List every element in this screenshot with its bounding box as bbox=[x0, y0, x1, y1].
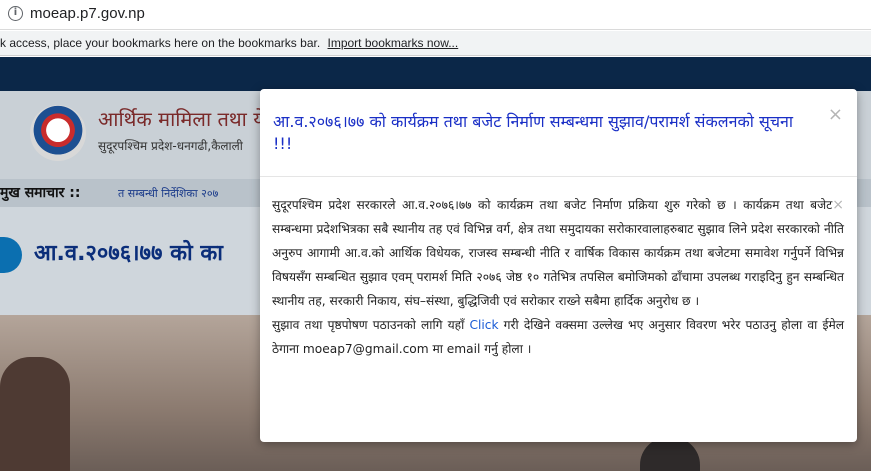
page-heading-text: आ.व.२०७६।७७ को का bbox=[34, 241, 223, 266]
body-paragraph: × सुदूरपश्चिम प्रदेश सरकारले आ.व.२०७६।७७… bbox=[272, 193, 844, 313]
news-label: मुख समाचार :: bbox=[0, 185, 81, 201]
news-ticker-link[interactable]: त सम्बन्धी निर्देशिका २०७ bbox=[118, 186, 218, 201]
close-icon[interactable]: × bbox=[832, 193, 844, 217]
modal-header: आ.व.२०७६।७७ को कार्यक्रम तथा बजेट निर्मा… bbox=[260, 89, 857, 177]
top-nav-bar bbox=[0, 57, 871, 91]
close-icon[interactable]: × bbox=[828, 104, 843, 125]
modal-body: × सुदूरपश्चिम प्रदेश सरकारले आ.व.२०७६।७७… bbox=[272, 193, 844, 361]
notice-modal: आ.व.२०७६।७७ को कार्यक्रम तथा बजेट निर्मा… bbox=[260, 89, 857, 442]
import-bookmarks-link[interactable]: Import bookmarks now... bbox=[328, 36, 459, 50]
site-subtitle: सुदूरपश्चिम प्रदेश-धनगढी,कैलाली bbox=[98, 139, 243, 153]
edit-icon bbox=[0, 237, 22, 273]
site-title: आर्थिक मामिला तथा ये bbox=[98, 107, 265, 131]
bookmarks-message: k access, place your bookmarks here on t… bbox=[0, 36, 458, 50]
bookmarks-message-text: k access, place your bookmarks here on t… bbox=[0, 36, 321, 50]
click-link[interactable]: Click bbox=[469, 318, 498, 332]
body-paragraph: सुझाव तथा पृष्ठपोषण पठाउनको लागि यहाँ Cl… bbox=[272, 313, 844, 361]
bookmarks-bar: k access, place your bookmarks here on t… bbox=[0, 31, 871, 56]
photo-person bbox=[0, 357, 70, 471]
body-paragraph-text: सुदूरपश्चिम प्रदेश सरकारले आ.व.२०७६।७७ क… bbox=[272, 198, 844, 308]
info-icon[interactable]: i bbox=[8, 6, 23, 21]
url-text[interactable]: moeap.p7.gov.np bbox=[30, 5, 145, 22]
modal-title: आ.व.२०७६।७७ को कार्यक्रम तथा बजेट निर्मा… bbox=[273, 112, 794, 153]
body-text-before-link: सुझाव तथा पृष्ठपोषण पठाउनको लागि यहाँ bbox=[272, 318, 465, 332]
address-bar[interactable]: i moeap.p7.gov.np bbox=[0, 0, 871, 30]
government-emblem-logo bbox=[30, 105, 86, 161]
